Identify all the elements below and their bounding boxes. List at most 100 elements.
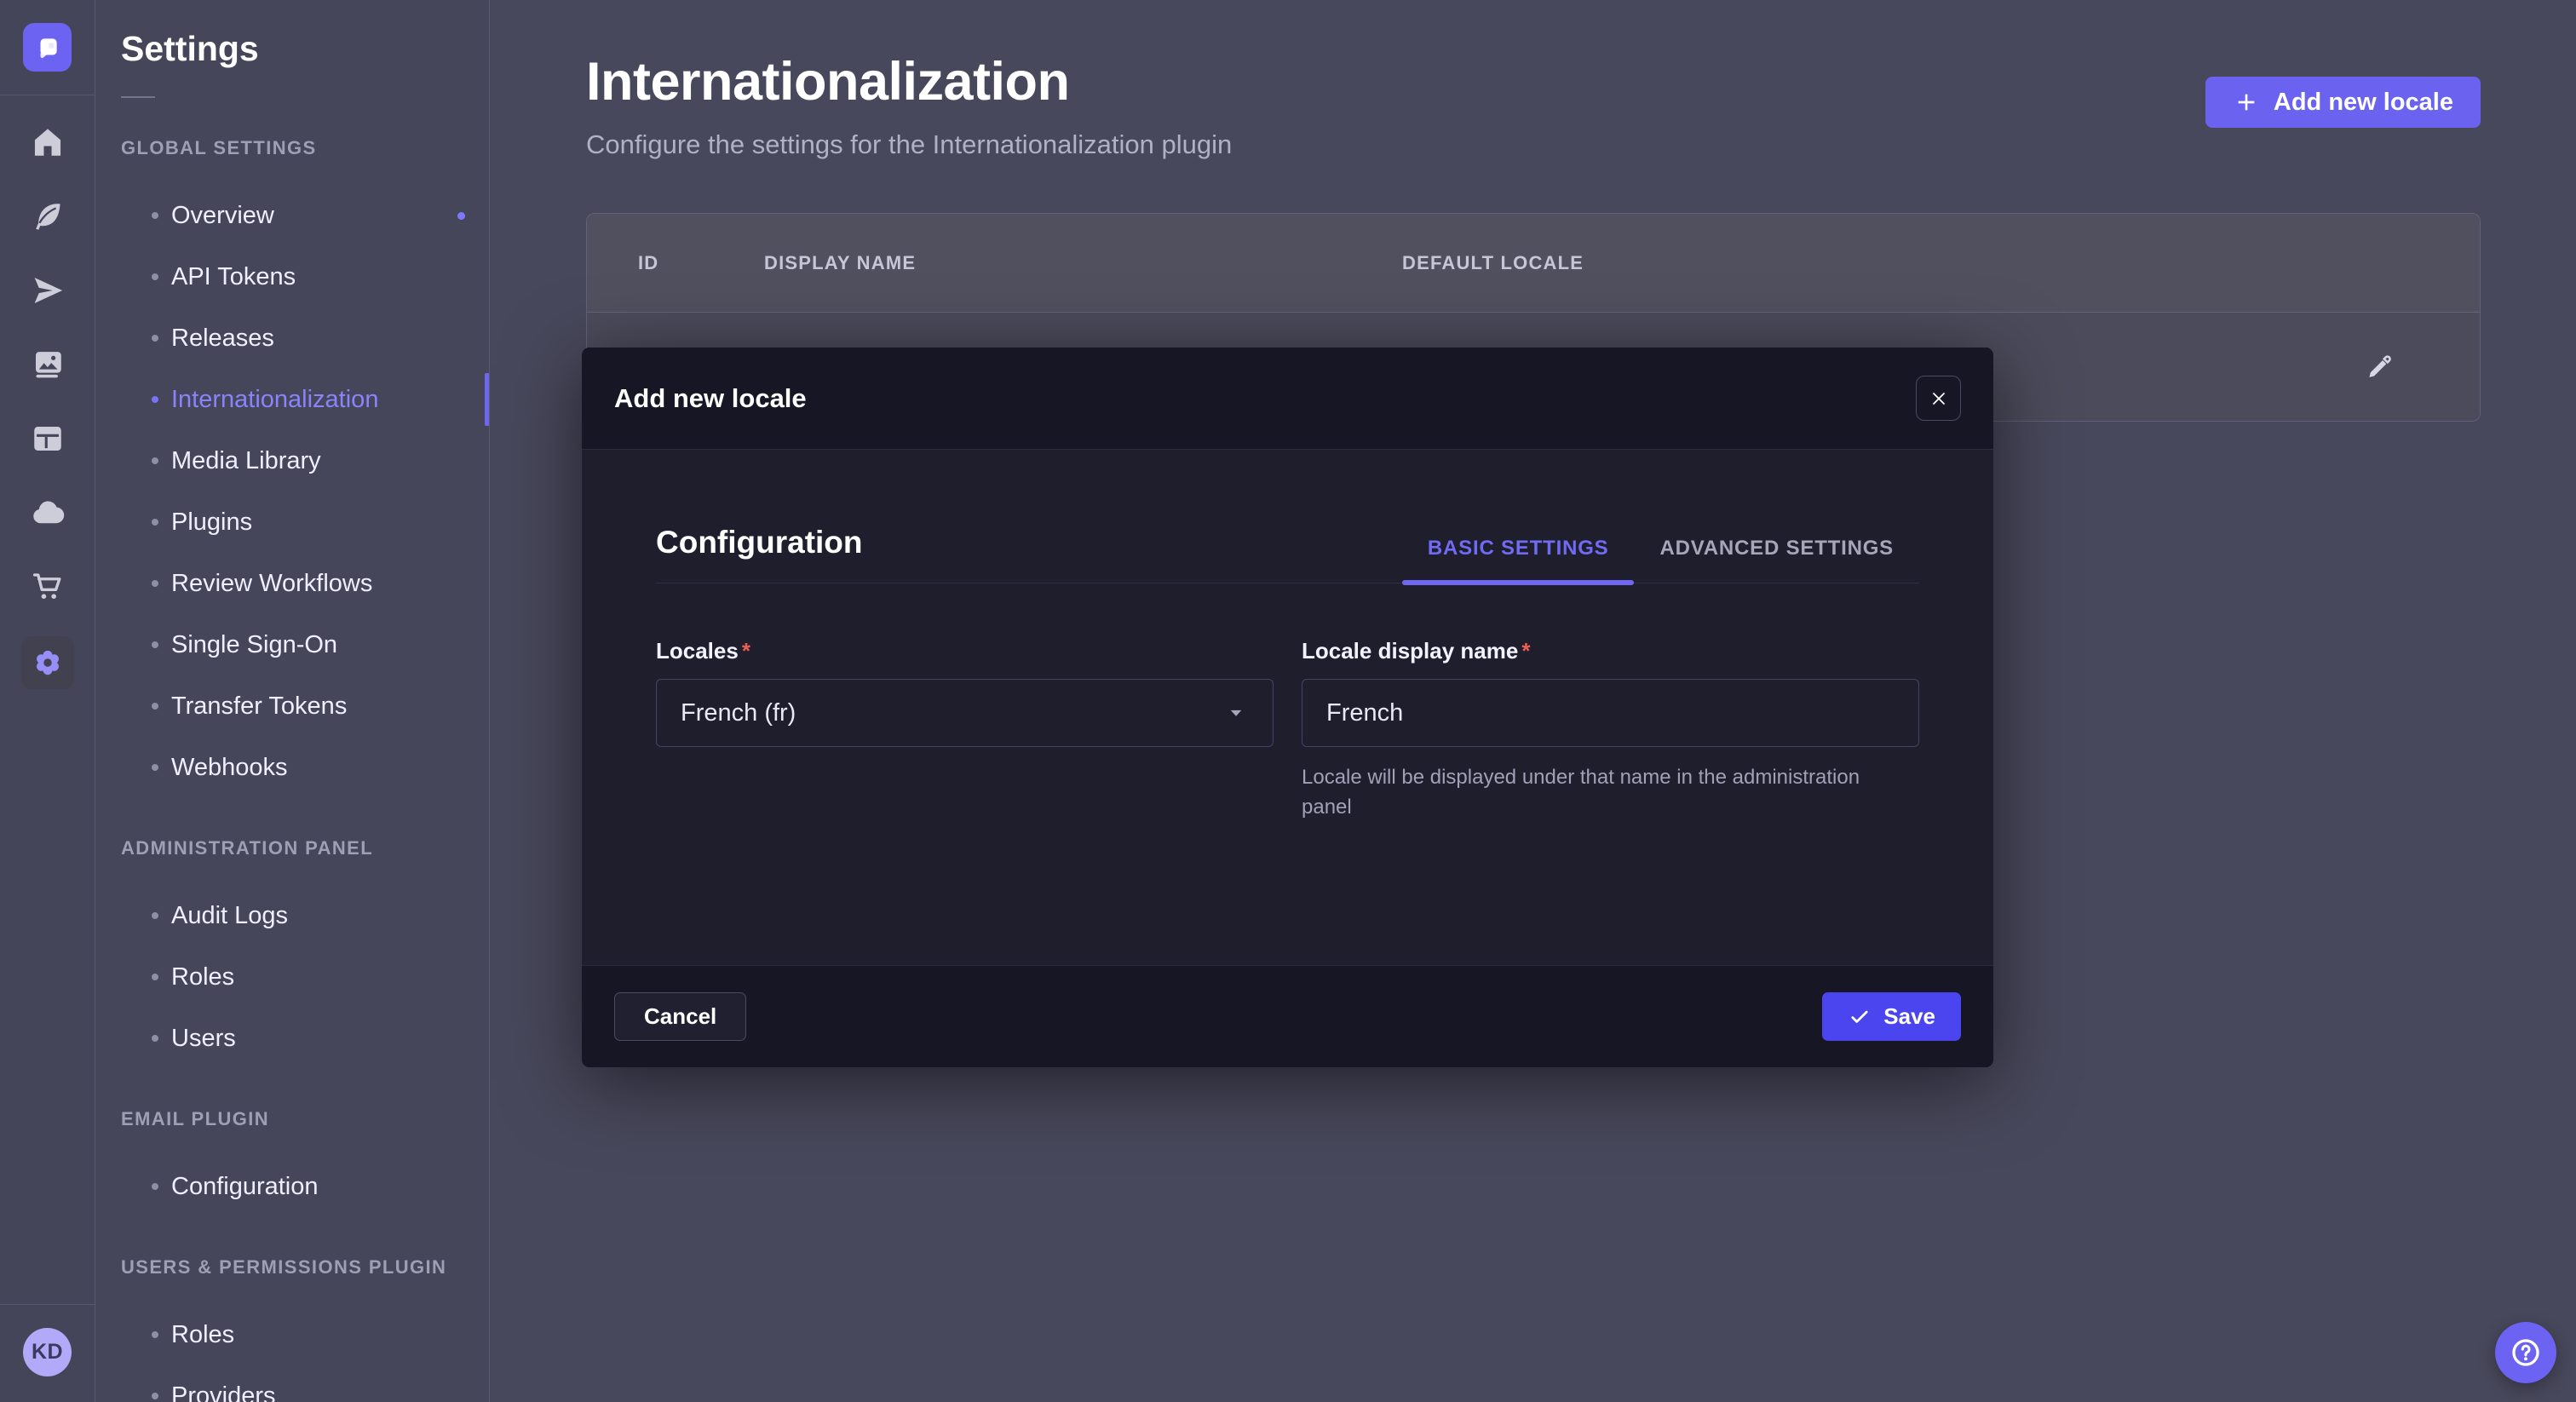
rail-bottom: KD [0,1304,95,1402]
sidebar-item-api-tokens[interactable]: API Tokens [95,246,489,307]
tab-basic-settings[interactable]: BASIC SETTINGS [1402,537,1635,583]
sidebar-item-single-sign-on[interactable]: Single Sign-On [95,614,489,675]
question-mark-icon [2509,1336,2543,1370]
bullet-icon [152,457,158,464]
edit-locale-button[interactable] [2354,342,2405,393]
close-modal-button[interactable] [1916,376,1961,421]
locales-select-value: French (fr) [681,699,796,727]
cancel-button[interactable]: Cancel [614,992,746,1041]
bullet-icon [152,580,158,587]
add-new-locale-button[interactable]: Add new locale [2205,77,2481,128]
help-button[interactable] [2495,1322,2556,1383]
column-header-display-name: DISPLAY NAME [764,252,1402,274]
cloud-icon[interactable] [21,488,74,537]
modal-footer: Cancel Save [582,965,1993,1067]
display-name-control [1302,679,1919,747]
display-name-label: Locale display name* [1302,638,1919,664]
app-root: KD Settings GLOBAL SETTINGS Overview API… [0,0,2576,1402]
bullet-icon [152,519,158,526]
bullet-icon [152,1393,158,1399]
modal-title: Add new locale [614,383,807,414]
required-asterisk: * [1521,638,1530,664]
home-icon[interactable] [21,118,74,166]
section-label: USERS & PERMISSIONS PLUGIN [95,1256,489,1278]
plus-icon [2233,89,2260,116]
sidebar-item-admin-roles[interactable]: Roles [95,946,489,1008]
icon-rail: KD [0,0,95,1402]
page-subtitle: Configure the settings for the Internati… [586,129,1232,160]
bullet-icon [152,273,158,280]
sidebar-item-internationalization[interactable]: Internationalization [95,369,489,430]
bullet-icon [152,1183,158,1190]
sidebar-item-overview[interactable]: Overview [95,185,489,246]
rail-icons [21,118,74,689]
page-header-titles: Internationalization Configure the setti… [586,51,1232,160]
section-label: ADMINISTRATION PANEL [95,837,489,859]
configuration-title: Configuration [656,525,863,583]
strapi-logo[interactable] [23,23,72,72]
bullet-icon [152,1331,158,1338]
sidebar-item-up-roles[interactable]: Roles [95,1304,489,1365]
user-avatar[interactable]: KD [23,1328,72,1376]
settings-tabs: BASIC SETTINGS ADVANCED SETTINGS [1402,537,1919,583]
bullet-icon [152,335,158,342]
sidebar-item-plugins[interactable]: Plugins [95,491,489,553]
settings-sidebar: Settings GLOBAL SETTINGS Overview API To… [95,0,490,1402]
bullet-icon [152,764,158,771]
locales-select[interactable]: French (fr) [656,679,1274,747]
modal-body: Configuration BASIC SETTINGS ADVANCED SE… [582,450,1993,965]
media-library-images-icon[interactable] [21,340,74,388]
bullet-icon [152,212,158,219]
locales-label: Locales* [656,638,1274,664]
section-administration-panel: ADMINISTRATION PANEL Audit Logs Roles Us… [95,837,489,1069]
page-title: Internationalization [586,51,1232,112]
bullet-icon [152,1035,158,1042]
locales-field: Locales* French (fr) [656,638,1274,822]
section-email-plugin: EMAIL PLUGIN Configuration [95,1108,489,1217]
bullet-icon [152,703,158,710]
settings-gear-icon[interactable] [21,636,74,689]
sidebar-item-webhooks[interactable]: Webhooks [95,737,489,798]
sidebar-item-transfer-tokens[interactable]: Transfer Tokens [95,675,489,737]
sidebar-item-email-configuration[interactable]: Configuration [95,1156,489,1217]
notification-dot [457,212,465,220]
column-header-id: ID [638,252,764,274]
tab-advanced-settings[interactable]: ADVANCED SETTINGS [1634,537,1919,583]
bullet-icon [152,396,158,403]
sidebar-item-review-workflows[interactable]: Review Workflows [95,553,489,614]
table-header-row: ID DISPLAY NAME DEFAULT LOCALE [587,214,2480,313]
section-global-settings: GLOBAL SETTINGS Overview API Tokens Rele… [95,137,489,798]
sidebar-item-releases[interactable]: Releases [95,307,489,369]
marketplace-cart-icon[interactable] [21,562,74,611]
rail-divider-bottom [0,1304,95,1305]
column-header-default-locale: DEFAULT LOCALE [1402,252,1584,274]
sidebar-item-audit-logs[interactable]: Audit Logs [95,885,489,946]
save-button[interactable]: Save [1822,992,1961,1041]
display-name-input[interactable] [1326,680,1895,746]
sidebar-item-providers[interactable]: Providers [95,1365,489,1402]
chevron-down-icon [1223,700,1249,726]
section-label: GLOBAL SETTINGS [95,137,489,159]
bullet-icon [152,641,158,648]
display-name-hint: Locale will be displayed under that name… [1302,762,1906,822]
section-label: EMAIL PLUGIN [95,1108,489,1130]
bullet-icon [152,912,158,919]
section-users-permissions-plugin: USERS & PERMISSIONS PLUGIN Roles Provide… [95,1256,489,1402]
modal-header: Add new locale [582,348,1993,450]
sidebar-title-divider [121,96,155,98]
add-locale-modal: Add new locale Configuration BASIC SETTI… [582,348,1993,1067]
check-icon [1848,1005,1872,1029]
content-manager-feather-icon[interactable] [21,192,74,240]
bullet-icon [152,974,158,980]
content-type-builder-layout-icon[interactable] [21,414,74,463]
sidebar-item-media-library[interactable]: Media Library [95,430,489,491]
page-header: Internationalization Configure the setti… [586,51,2481,160]
close-icon [1929,388,1949,409]
sidebar-title: Settings [95,29,489,69]
strapi-logo-icon [33,33,62,62]
required-asterisk: * [742,638,750,664]
display-name-field: Locale display name* Locale will be disp… [1302,638,1919,822]
releases-send-icon[interactable] [21,266,74,314]
config-tabs-row: Configuration BASIC SETTINGS ADVANCED SE… [656,525,1919,583]
sidebar-item-users[interactable]: Users [95,1008,489,1069]
